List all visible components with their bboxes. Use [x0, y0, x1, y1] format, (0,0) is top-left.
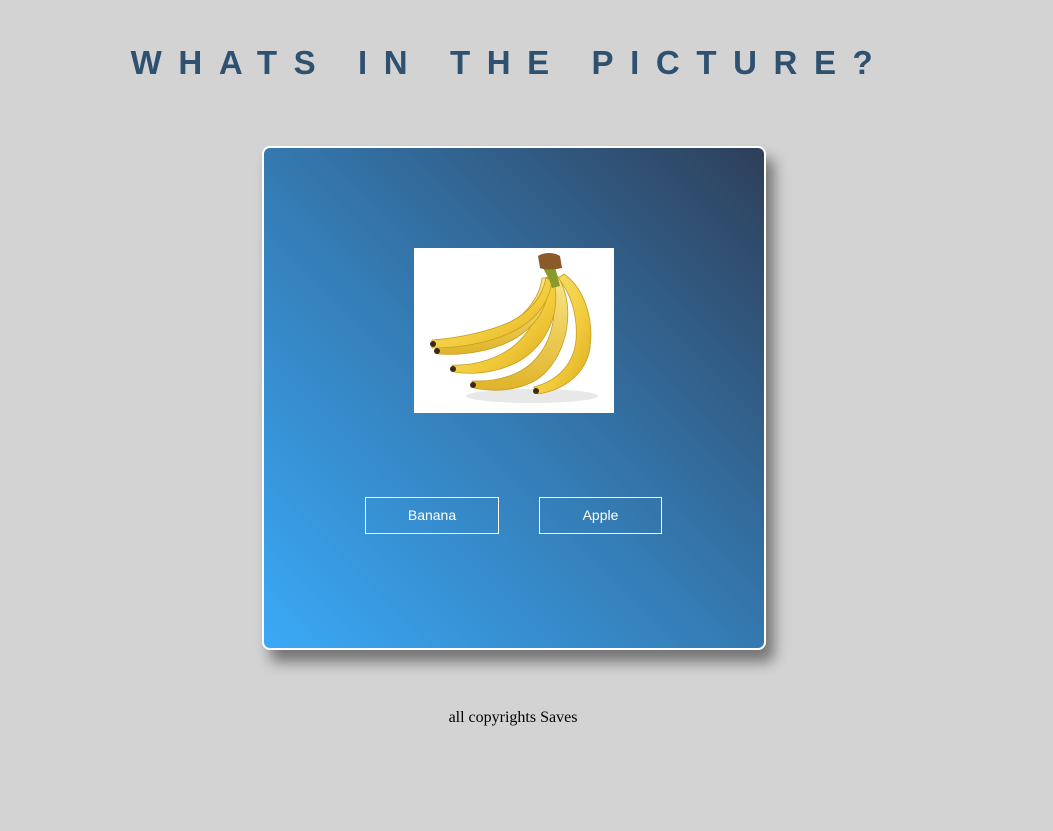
answer-button-banana[interactable]: Banana: [365, 497, 499, 534]
footer-copyright: all copyrights Saves: [448, 709, 578, 726]
page-title: WHATS IN THE PICTURE?: [130, 44, 890, 81]
answer-button-apple[interactable]: Apple: [539, 497, 662, 534]
quiz-image: [414, 248, 614, 413]
banana-bunch-illustration: [430, 253, 598, 403]
quiz-card: Banana Apple: [262, 146, 766, 650]
